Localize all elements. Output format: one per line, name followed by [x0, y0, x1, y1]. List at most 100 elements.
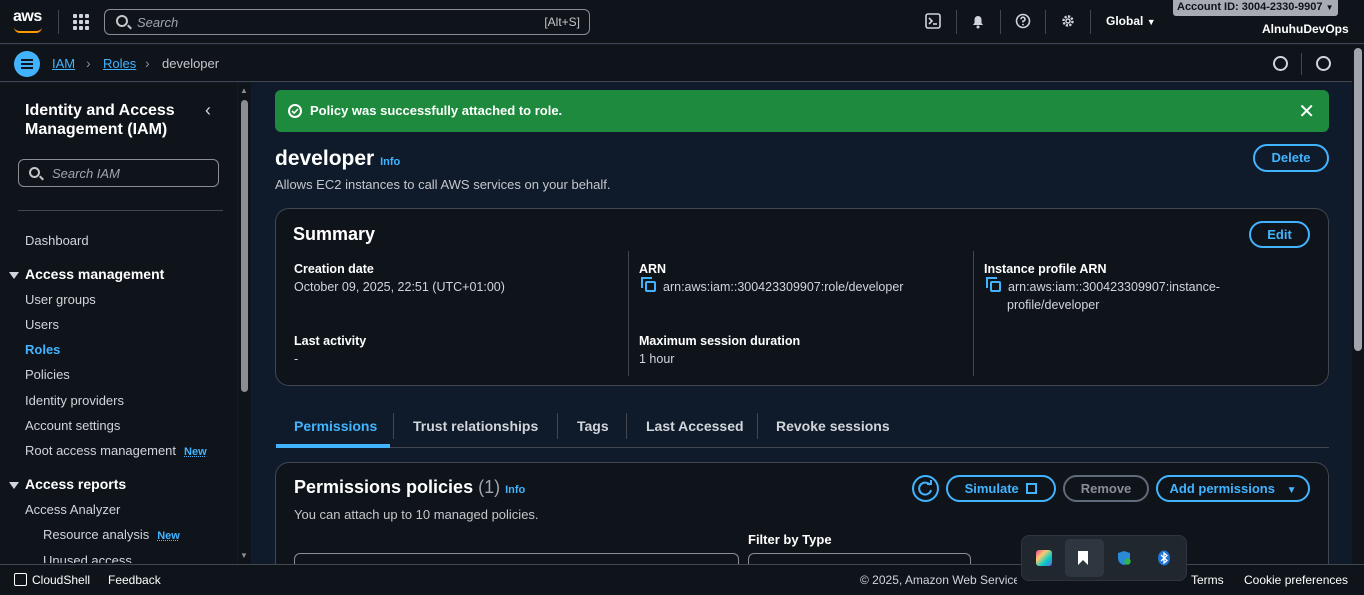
role-name: developer [275, 147, 375, 170]
global-search-input[interactable]: Search [Alt+S] [104, 9, 590, 35]
menu-icon[interactable] [14, 51, 40, 77]
divider [757, 413, 758, 439]
settings-panel-icon[interactable] [1316, 56, 1331, 71]
chevron-left-icon[interactable]: ‹ [205, 100, 211, 121]
cloudshell-link[interactable]: CloudShell [14, 573, 90, 587]
new-badge: New [157, 530, 180, 542]
remove-button[interactable]: Remove [1063, 475, 1149, 502]
sidebar-title: Identity and Access Management (IAM) [25, 102, 175, 138]
refresh-button[interactable] [912, 475, 939, 502]
gear-icon[interactable] [1060, 13, 1078, 31]
sidebar-item-unused-access[interactable]: Unused access [43, 553, 132, 563]
divider [557, 413, 558, 439]
sidebar-item-access-analyzer[interactable]: Access Analyzer [25, 502, 120, 517]
sidebar-scrollbar-thumb[interactable] [241, 100, 248, 392]
chevron-right-icon: › [86, 55, 91, 71]
instance-profile-value: arn:aws:iam::300423309907:instance- [986, 277, 1220, 294]
sidebar-item-roles[interactable]: Roles [25, 342, 60, 357]
account-id-badge[interactable]: Account ID: 3004-2330-9907 ▼ [1173, 0, 1338, 16]
flash-message: Policy was successfully attached to role… [310, 103, 563, 118]
success-flash-banner: Policy was successfully attached to role… [275, 90, 1329, 132]
sidebar-item-dashboard[interactable]: Dashboard [25, 233, 89, 248]
permissions-subtitle: You can attach up to 10 managed policies… [294, 507, 539, 522]
creation-date-value: October 09, 2025, 22:51 (UTC+01:00) [294, 280, 505, 294]
max-session-value: 1 hour [639, 352, 675, 366]
edit-button[interactable]: Edit [1249, 221, 1310, 248]
copy-icon[interactable] [641, 277, 656, 292]
app-tray-icon[interactable] [1036, 550, 1052, 566]
sidebar-section-access-management[interactable]: Access management [9, 266, 164, 282]
sidebar-item-root-access[interactable]: Root access management New [25, 443, 207, 458]
active-tab-indicator [276, 444, 390, 448]
cloudshell-icon[interactable] [925, 13, 943, 31]
chevron-right-icon: › [145, 55, 150, 71]
info-link[interactable]: Info [380, 156, 400, 168]
feedback-link[interactable]: Feedback [108, 573, 161, 587]
search-shortcut: [Alt+S] [544, 15, 580, 29]
shield-tray-icon[interactable] [1116, 550, 1132, 566]
search-iam-placeholder: Search IAM [52, 166, 120, 181]
divider [956, 10, 957, 34]
last-activity-label: Last activity [294, 334, 367, 348]
sidebar-item-user-groups[interactable]: User groups [25, 292, 96, 307]
bluetooth-tray-icon[interactable] [1156, 550, 1172, 566]
tab-tags[interactable]: Tags [577, 418, 609, 434]
filter-by-type-label: Filter by Type [748, 532, 832, 547]
tab-last-accessed[interactable]: Last Accessed [646, 418, 744, 434]
breadcrumb-roles[interactable]: Roles [103, 56, 136, 71]
cookie-preferences-link[interactable]: Cookie preferences [1244, 573, 1348, 587]
arn-text: arn:aws:iam::300423309907:role/developer [663, 280, 904, 294]
tab-trust-relationships[interactable]: Trust relationships [413, 418, 538, 434]
summary-panel [275, 208, 1329, 386]
delete-button[interactable]: Delete [1253, 144, 1329, 172]
copyright-text: © 2025, Amazon Web Services, Inc. or its… [860, 573, 1017, 587]
bookmark-tray-icon[interactable] [1076, 550, 1092, 566]
search-icon [29, 167, 40, 178]
add-permissions-button[interactable]: Add permissions ▼ [1156, 475, 1310, 502]
services-grid-icon[interactable] [73, 14, 89, 30]
sidebar-item-policies[interactable]: Policies [25, 367, 70, 382]
info-icon[interactable] [1273, 56, 1288, 71]
refresh-icon [918, 480, 932, 496]
section-label: Access reports [25, 476, 127, 492]
add-permissions-label: Add permissions [1169, 481, 1275, 496]
terms-link[interactable]: Terms [1191, 573, 1224, 587]
divider [1301, 53, 1302, 75]
aws-logo[interactable]: aws [13, 8, 42, 26]
divider [1045, 10, 1046, 34]
region-selector[interactable]: Global ▼ [1106, 14, 1156, 28]
region-label: Global [1106, 14, 1144, 28]
tab-permissions[interactable]: Permissions [294, 418, 377, 434]
cloudshell-label: CloudShell [32, 573, 91, 587]
filter-type-select[interactable] [748, 553, 971, 564]
scroll-up-icon[interactable]: ▲ [240, 86, 248, 95]
scroll-down-icon[interactable]: ▼ [240, 551, 248, 560]
sidebar-item-account-settings[interactable]: Account settings [25, 418, 120, 433]
simulate-button[interactable]: Simulate [946, 475, 1056, 502]
caret-down-icon [9, 481, 19, 489]
sidebar-item-users[interactable]: Users [25, 317, 59, 332]
copy-icon[interactable] [986, 277, 1001, 292]
caret-down-icon: ▼ [1286, 485, 1297, 496]
bell-icon[interactable] [970, 13, 988, 31]
close-icon[interactable]: ✕ [1298, 99, 1315, 124]
section-label: Access management [25, 266, 165, 282]
instance-profile-label: Instance profile ARN [984, 262, 1107, 276]
info-link[interactable]: Info [505, 484, 525, 496]
permissions-title-text: Permissions policies [294, 477, 474, 497]
user-menu[interactable]: AlnuhuDevOps [1262, 22, 1349, 36]
arn-label: ARN [639, 262, 667, 276]
search-iam-input[interactable]: Search IAM [18, 159, 219, 187]
main-scrollbar-thumb[interactable] [1354, 48, 1362, 351]
sidebar-item-identity-providers[interactable]: Identity providers [25, 393, 124, 408]
policy-search-input[interactable] [294, 553, 739, 564]
breadcrumb-iam[interactable]: IAM [52, 56, 75, 71]
simulate-label: Simulate [964, 481, 1019, 496]
help-icon[interactable] [1015, 13, 1033, 31]
tab-revoke-sessions[interactable]: Revoke sessions [776, 418, 890, 434]
instance-profile-text-cont: profile/developer [1007, 298, 1100, 312]
sidebar-section-access-reports[interactable]: Access reports [9, 476, 126, 492]
sidebar-item-resource-analysis[interactable]: Resource analysis New [43, 527, 180, 542]
divider [626, 413, 627, 439]
sidebar-item-label: Root access management [25, 443, 177, 458]
